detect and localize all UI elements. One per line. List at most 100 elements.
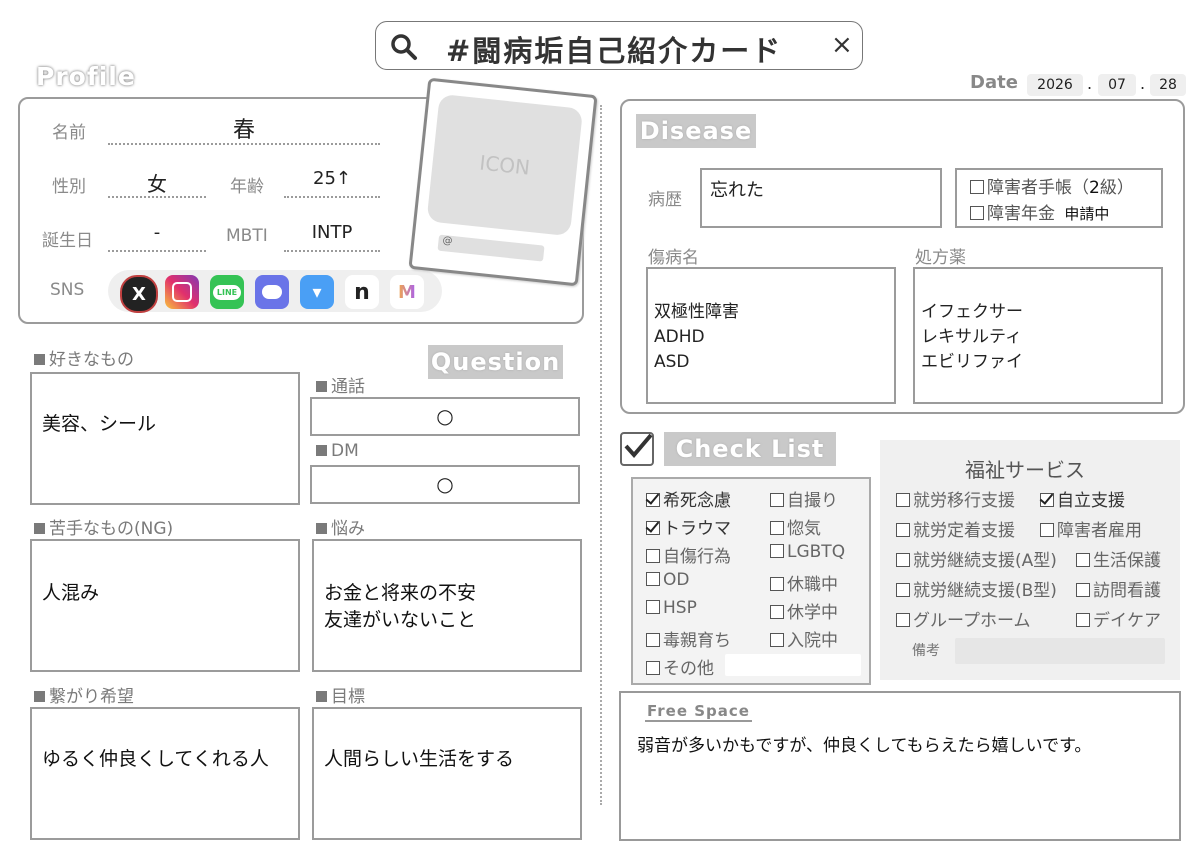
x-icon[interactable]: X: [120, 275, 158, 313]
line-icon[interactable]: LINE: [210, 275, 244, 309]
search-bar[interactable]: #闘病垢自己紹介カード ×: [375, 21, 863, 70]
history-box[interactable]: 忘れた: [700, 168, 942, 228]
search-icon: [391, 34, 417, 60]
checklist-item[interactable]: 休学中: [770, 598, 838, 623]
age-field[interactable]: 25↑: [284, 168, 380, 198]
checklist-item-label: 障害者雇用: [1057, 521, 1142, 541]
welfare-title: 福祉サービス: [965, 458, 1085, 482]
checkbox[interactable]: [646, 633, 660, 647]
diagnosis-box[interactable]: 双極性障害 ADHD ASD: [646, 267, 896, 404]
checkbox[interactable]: [770, 521, 784, 535]
checkbox[interactable]: [1076, 553, 1090, 567]
checkbox[interactable]: [896, 613, 910, 627]
close-icon[interactable]: ×: [831, 30, 853, 60]
checklist-item-label: グループホーム: [913, 611, 1031, 631]
diagnosis-text: 双極性障害 ADHD ASD: [654, 302, 739, 372]
checklist-item-label: 自傷行為: [663, 547, 731, 567]
checkbox[interactable]: [896, 523, 910, 537]
checkbox[interactable]: [646, 521, 660, 535]
goal-label: 目標: [331, 687, 365, 707]
checklist-item-label: 休職中: [787, 575, 838, 595]
free-space-box[interactable]: Free Space 弱音が多いかもですが、仲良くしてもらえたら嬉しいです。: [619, 691, 1181, 841]
checklist-item[interactable]: トラウマ: [646, 514, 731, 539]
instagram-icon[interactable]: [165, 275, 199, 309]
checkbox[interactable]: [646, 493, 660, 507]
techo-checkbox[interactable]: [970, 180, 984, 194]
call-box[interactable]: ○: [310, 397, 580, 436]
other-input[interactable]: [725, 654, 861, 676]
dislikes-heading: 苦手なもの(NG): [34, 514, 173, 539]
checkbox[interactable]: [1040, 523, 1054, 537]
checklist-item[interactable]: 惚気: [770, 514, 821, 539]
checklist-item[interactable]: 自撮り: [770, 486, 838, 511]
gender-field[interactable]: 女: [108, 168, 206, 198]
misskey-icon[interactable]: M: [390, 275, 424, 309]
checklist-item[interactable]: HSP: [646, 598, 697, 618]
discord-icon[interactable]: [255, 275, 289, 309]
question-badge: Question: [428, 345, 563, 379]
checklist-item[interactable]: 就労定着支援: [896, 516, 1015, 541]
checkbox[interactable]: [770, 544, 784, 558]
pension-checkbox[interactable]: [970, 206, 984, 220]
icon-card[interactable]: ICON @: [408, 77, 598, 287]
checklist-item[interactable]: 就労継続支援(A型): [896, 546, 1057, 571]
checkbox[interactable]: [1076, 613, 1090, 627]
checkbox[interactable]: [646, 600, 660, 614]
pension-row[interactable]: 障害年金 申請中: [970, 199, 1109, 224]
name-field[interactable]: 春: [108, 112, 380, 145]
profile-badge: Profile: [36, 62, 136, 91]
techo-row[interactable]: 障害者手帳（2級）: [970, 173, 1134, 198]
birthday-value: -: [153, 222, 161, 243]
connect-label: 繋がり希望: [49, 687, 134, 707]
checklist-item[interactable]: 自傷行為: [646, 542, 731, 567]
checklist-item[interactable]: デイケア: [1076, 606, 1161, 631]
checklist-item[interactable]: グループホーム: [896, 606, 1030, 631]
connect-box[interactable]: ゆるく仲良くしてくれる人: [30, 707, 300, 840]
checklist-item[interactable]: 自立支援: [1040, 486, 1125, 511]
checkbox[interactable]: [1040, 493, 1054, 507]
checkbox[interactable]: [770, 493, 784, 507]
note-icon[interactable]: n: [345, 275, 379, 309]
bluesky-icon[interactable]: ▾: [300, 275, 334, 309]
checklist-item[interactable]: その他: [646, 654, 714, 679]
checkbox[interactable]: [646, 572, 660, 586]
checkbox[interactable]: [646, 661, 660, 675]
checklist-item[interactable]: 毒親育ち: [646, 626, 731, 651]
icon-image-placeholder: ICON: [426, 93, 584, 237]
dislikes-box[interactable]: 人混み: [30, 539, 300, 672]
checklist-item-label: OD: [663, 570, 690, 590]
checklist-item-label: 就労継続支援(B型): [913, 581, 1057, 601]
checklist-item[interactable]: 生活保護: [1076, 546, 1161, 571]
birthday-field[interactable]: -: [108, 222, 206, 252]
checklist-item[interactable]: 訪問看護: [1076, 576, 1161, 601]
checklist-item-label: トラウマ: [663, 519, 731, 539]
mbti-field[interactable]: INTP: [284, 222, 380, 252]
checkbox[interactable]: [770, 577, 784, 591]
connect-heading: 繋がり希望: [34, 682, 134, 707]
checkbox[interactable]: [896, 493, 910, 507]
goal-box[interactable]: 人間らしい生活をする: [312, 707, 582, 840]
likes-box[interactable]: 美容、シール: [30, 372, 300, 505]
checklist-item[interactable]: 障害者雇用: [1040, 516, 1142, 541]
checkbox[interactable]: [770, 633, 784, 647]
meds-box[interactable]: イフェクサー レキサルティ エビリファイ: [913, 267, 1163, 404]
checklist-item[interactable]: 休職中: [770, 570, 838, 595]
checkbox[interactable]: [1076, 583, 1090, 597]
checklist-item[interactable]: 就労移行支援: [896, 486, 1015, 511]
checklist-item[interactable]: LGBTQ: [770, 542, 845, 562]
checklist-item[interactable]: 入院中: [770, 626, 838, 651]
checklist-item[interactable]: 希死念慮: [646, 486, 731, 511]
date-year: 2026: [1027, 74, 1083, 96]
checklist-item[interactable]: OD: [646, 570, 689, 590]
checklist-item[interactable]: 就労継続支援(B型): [896, 576, 1057, 601]
worries-box[interactable]: お金と将来の不安 友達がいないこと: [312, 539, 582, 672]
dislikes-label: 苦手なもの(NG): [49, 519, 174, 539]
checklist-item-label: 就労移行支援: [913, 491, 1015, 511]
checkbox[interactable]: [896, 583, 910, 597]
checkbox[interactable]: [770, 605, 784, 619]
welfare-notes-input[interactable]: [955, 638, 1165, 664]
dm-box[interactable]: ○: [310, 465, 580, 504]
goal-heading: 目標: [316, 682, 365, 707]
checkbox[interactable]: [896, 553, 910, 567]
checkbox[interactable]: [646, 549, 660, 563]
